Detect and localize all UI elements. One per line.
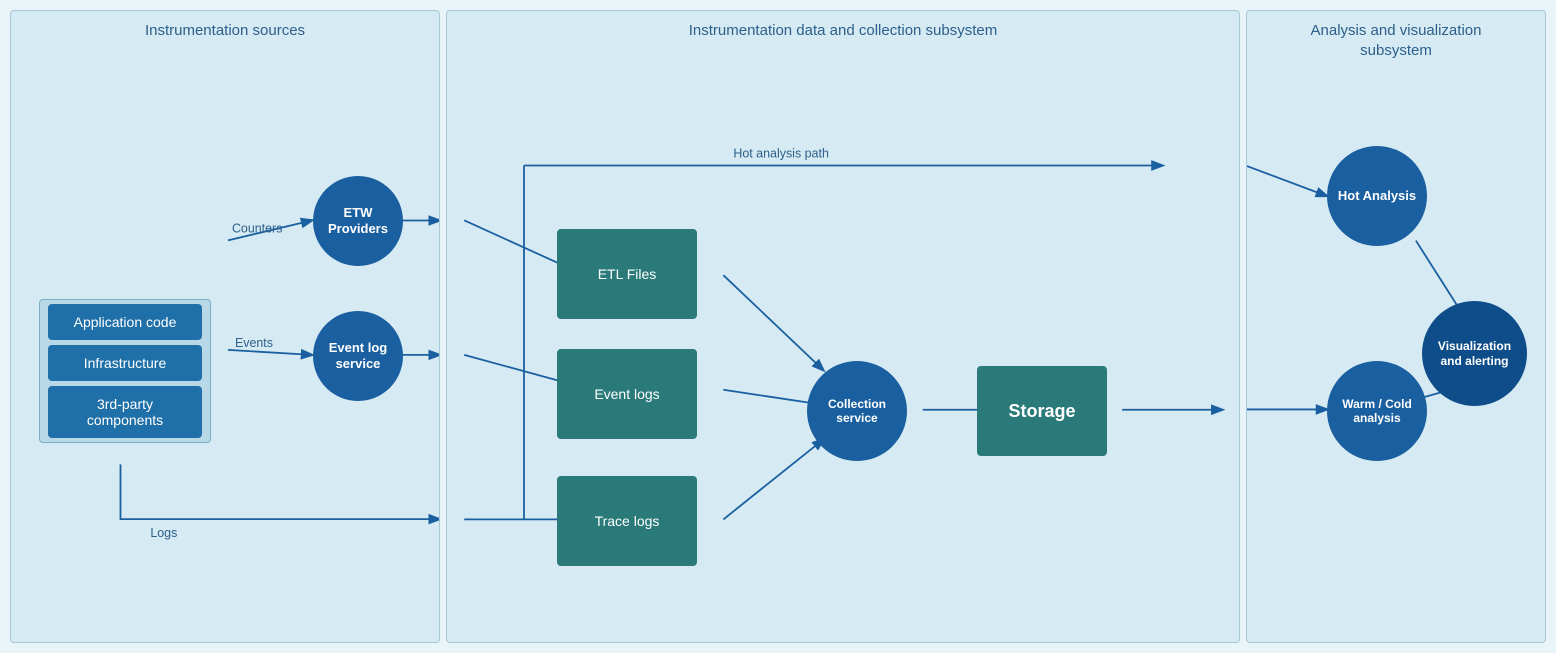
svg-text:Counters: Counters — [232, 221, 282, 235]
panel-data-title: Instrumentation data and collection subs… — [447, 11, 1239, 47]
svg-text:Logs: Logs — [150, 526, 177, 540]
svg-text:Events: Events — [235, 336, 273, 350]
warm-cold-analysis-circle: Warm / Cold analysis — [1327, 361, 1427, 461]
etl-files-box: ETL Files — [557, 229, 697, 319]
hot-analysis-circle: Hot Analysis — [1327, 146, 1427, 246]
visualization-alerting-circle: Visualization and alerting — [1422, 301, 1527, 406]
panel-sources-title: Instrumentation sources — [11, 11, 439, 47]
trace-logs-box: Trace logs — [557, 476, 697, 566]
storage-box: Storage — [977, 366, 1107, 456]
panel-analysis: Analysis and visualization subsystem — [1246, 10, 1546, 643]
collection-service-circle: Collection service — [807, 361, 907, 461]
svg-text:Hot analysis path: Hot analysis path — [733, 147, 829, 161]
panel-data: Instrumentation data and collection subs… — [446, 10, 1240, 643]
event-log-service-circle: Event log service — [313, 311, 403, 401]
source-box-infrastructure: Infrastructure — [48, 345, 202, 381]
source-box-3rdparty: 3rd-party components — [48, 386, 202, 438]
source-box-app-code: Application code — [48, 304, 202, 340]
source-boxes-group: Application code Infrastructure 3rd-part… — [25, 291, 225, 451]
diagram-container: Instrumentation sources Counters Events — [0, 0, 1556, 653]
panel-sources: Instrumentation sources Counters Events — [10, 10, 440, 643]
panel-analysis-title: Analysis and visualization subsystem — [1247, 11, 1545, 66]
event-logs-box: Event logs — [557, 349, 697, 439]
etw-providers-circle: ETW Providers — [313, 176, 403, 266]
source-inner: Application code Infrastructure 3rd-part… — [39, 299, 211, 443]
